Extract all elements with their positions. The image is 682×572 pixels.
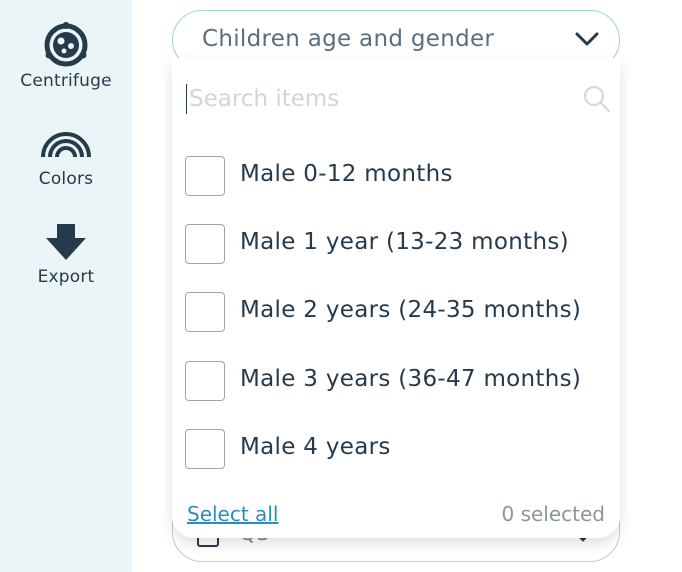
sidebar-item-label: Export [37, 267, 95, 287]
sidebar: Centrifuge Colors Export [0, 0, 132, 572]
search-input[interactable] [186, 84, 579, 114]
centrifuge-icon [41, 22, 91, 68]
rainbow-icon [40, 129, 92, 159]
option-label: Male 2 years (24-35 months) [240, 297, 582, 323]
search-icon[interactable] [583, 85, 611, 117]
search-row [186, 84, 616, 114]
sidebar-item-label: Colors [38, 169, 94, 189]
sidebar-item-label: Centrifuge [20, 71, 112, 91]
option-male-1-year[interactable]: Male 1 year (13-23 months) [185, 224, 605, 264]
checkbox[interactable] [185, 156, 225, 196]
option-label: Male 1 year (13-23 months) [240, 229, 569, 255]
select-all-link[interactable]: Select all [187, 502, 278, 526]
dropdown-footer: Select all 0 selected [172, 498, 620, 538]
selected-count: 0 selected [501, 502, 605, 526]
option-label: Male 0-12 months [240, 161, 453, 187]
option-male-3-years[interactable]: Male 3 years (36-47 months) [185, 361, 605, 401]
sidebar-item-colors[interactable]: Colors [0, 129, 132, 189]
dropdown-panel: Male 0-12 months Male 1 year (13-23 mont… [172, 58, 620, 538]
chevron-down-icon[interactable] [575, 31, 599, 51]
checkbox[interactable] [185, 292, 225, 332]
option-male-0-12-months[interactable]: Male 0-12 months [185, 156, 605, 196]
checkbox[interactable] [185, 224, 225, 264]
option-male-2-years[interactable]: Male 2 years (24-35 months) [185, 292, 605, 332]
option-male-4-years[interactable]: Male 4 years [185, 429, 605, 469]
option-label: Male 3 years (36-47 months) [240, 366, 582, 392]
app-window: Centrifuge Colors Export Children age an… [0, 0, 682, 572]
select-title: Children age and gender [202, 26, 495, 52]
checkbox[interactable] [185, 429, 225, 469]
main-panel: Q3 Children age and gender [132, 0, 682, 572]
option-label: Male 4 years [240, 434, 391, 460]
download-arrow-icon [45, 224, 87, 260]
sidebar-item-export[interactable]: Export [0, 224, 132, 287]
sidebar-item-centrifuge[interactable]: Centrifuge [0, 22, 132, 91]
checkbox[interactable] [185, 361, 225, 401]
